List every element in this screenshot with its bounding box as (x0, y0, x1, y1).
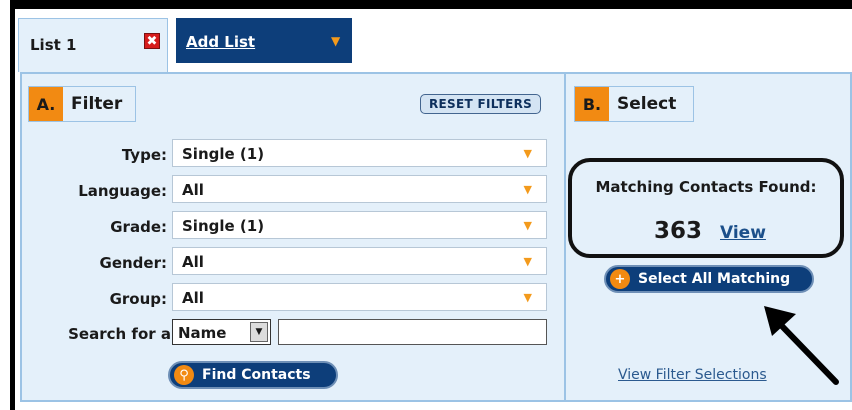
view-matching-link[interactable]: View (720, 223, 766, 243)
grade-label: Grade: (110, 218, 167, 236)
select-all-matching-label: Select All Matching (638, 271, 791, 287)
search-input[interactable] (278, 319, 547, 345)
gender-label: Gender: (99, 254, 167, 272)
matching-contacts-label: Matching Contacts Found: (595, 178, 817, 196)
dropdown-arrow-icon[interactable]: ▼ (250, 322, 268, 342)
filter-section-header: A. Filter (28, 86, 136, 122)
grade-value: Single (1) (182, 217, 265, 235)
grade-dropdown[interactable]: Single (1) ▼ (172, 211, 547, 239)
gender-value: All (182, 253, 204, 271)
language-value: All (182, 181, 204, 199)
plus-icon: + (610, 269, 630, 289)
find-contacts-label: Find Contacts (202, 367, 311, 383)
type-label: Type: (121, 146, 167, 164)
tab-add-list-label[interactable]: Add List (186, 33, 255, 51)
chevron-down-icon[interactable]: ▼ (331, 34, 340, 48)
type-dropdown[interactable]: Single (1) ▼ (172, 139, 547, 167)
language-dropdown[interactable]: All ▼ (172, 175, 547, 203)
tab-list-1[interactable]: List 1 ✖ (18, 18, 168, 72)
search-field-value: Name (178, 324, 227, 342)
dropdown-arrow-icon[interactable]: ▼ (524, 147, 532, 160)
dropdown-arrow-icon[interactable]: ▼ (524, 291, 532, 304)
select-section-title: Select (617, 94, 677, 114)
group-dropdown[interactable]: All ▼ (172, 283, 547, 311)
reset-filters-button[interactable]: RESET FILTERS (420, 94, 542, 114)
filter-panel: A. Filter RESET FILTERS Type: Single (1)… (20, 72, 566, 402)
select-all-matching-button[interactable]: + Select All Matching (604, 265, 814, 293)
group-value: All (182, 289, 204, 307)
magnifier-icon: ⚲ (174, 365, 194, 385)
close-icon[interactable]: ✖ (144, 33, 160, 49)
gender-dropdown[interactable]: All ▼ (172, 247, 547, 275)
view-filter-selections-link[interactable]: View Filter Selections (618, 367, 767, 383)
type-value: Single (1) (182, 145, 265, 163)
search-for-label: Search for a (68, 325, 171, 343)
filter-section-letter: A. (29, 87, 63, 121)
screenshot-frame-left (10, 0, 15, 410)
language-label: Language: (78, 182, 167, 200)
find-contacts-button[interactable]: ⚲ Find Contacts (168, 361, 338, 389)
group-label: Group: (109, 290, 167, 308)
select-section-letter: B. (575, 87, 609, 121)
arrow-icon (764, 306, 839, 385)
tab-list-1-label: List 1 (30, 36, 77, 54)
search-field-select[interactable]: Name ▼ (172, 319, 271, 345)
filter-section-title: Filter (71, 94, 123, 114)
dropdown-arrow-icon[interactable]: ▼ (524, 255, 532, 268)
matching-contacts-count: 363 (654, 218, 703, 244)
tab-add-list[interactable]: Add List ▼ (176, 18, 352, 63)
screenshot-frame-top (10, 0, 852, 9)
select-section-header: B. Select (574, 86, 694, 122)
dropdown-arrow-icon[interactable]: ▼ (524, 219, 532, 232)
matching-contacts-highlight: Matching Contacts Found: 363 View (568, 158, 844, 258)
dropdown-arrow-icon[interactable]: ▼ (524, 183, 532, 196)
